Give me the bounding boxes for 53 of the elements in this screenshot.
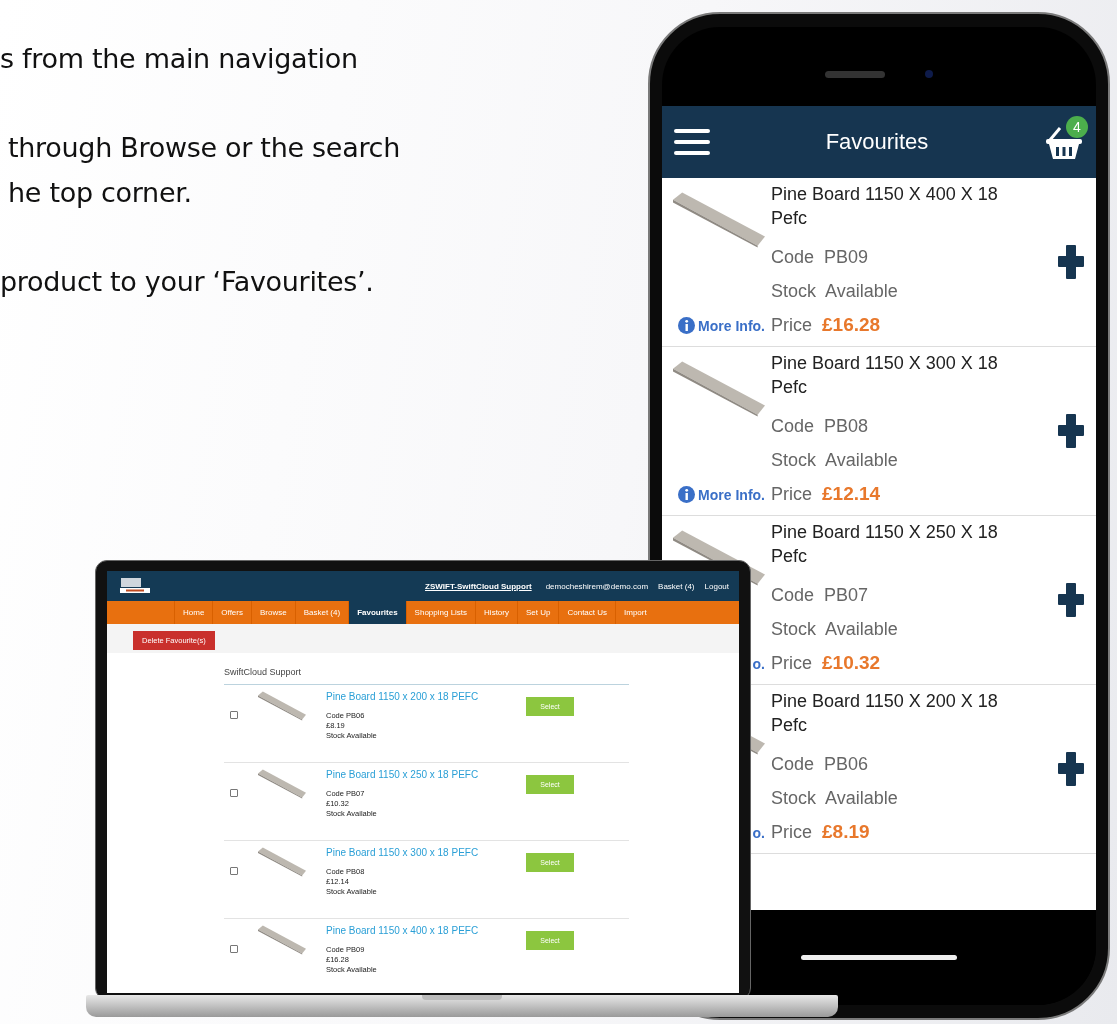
checkbox[interactable]: [230, 945, 238, 953]
menu-icon[interactable]: [674, 129, 710, 155]
product-code: Code PB09: [771, 246, 870, 269]
board-photo: [258, 769, 306, 799]
product-title: Pine Board 1150 X 300 X 18 Pefc: [771, 352, 999, 399]
camera-icon: [925, 70, 933, 78]
nav-tab[interactable]: Favourites: [348, 601, 406, 624]
speaker-icon: [825, 71, 885, 78]
instruction-text: through Browse or the search he top corner.: [7, 131, 400, 210]
product-code: Code PB07: [771, 584, 870, 607]
checkbox[interactable]: [230, 867, 238, 875]
add-icon[interactable]: [1058, 751, 1084, 787]
basket-count-badge: 4: [1066, 116, 1088, 138]
board-photo: [258, 691, 306, 721]
product-link[interactable]: Pine Board 1150 x 250 x 18 PEFC: [326, 769, 526, 781]
product-title: Pine Board 1150 X 400 X 18 Pefc: [771, 183, 999, 230]
stock-status: Stock Available: [771, 280, 899, 303]
product-title: Pine Board 1150 X 250 X 18 Pefc: [771, 521, 999, 568]
product-code: Code PB08: [771, 415, 870, 438]
section-title: SwiftCloud Support: [224, 667, 629, 685]
more-info-link[interactable]: More Info.: [678, 486, 765, 503]
add-icon[interactable]: [1058, 244, 1084, 280]
screen-title: Favourites: [825, 129, 929, 155]
product-title: Pine Board 1150 X 200 X 18 Pefc: [771, 690, 999, 737]
instruction-text: s from the main navigation: [0, 42, 359, 76]
stock-status: Stock Available: [771, 787, 899, 810]
product-link[interactable]: Pine Board 1150 x 400 x 18 PEFC: [326, 925, 526, 937]
info-icon: [678, 486, 696, 503]
checkbox[interactable]: [230, 711, 238, 719]
product-price: Price £10.32: [771, 651, 882, 675]
header-link[interactable]: democheshirem@demo.com: [545, 581, 649, 591]
account-link[interactable]: ZSWIFT-SwiftCloud Support: [425, 581, 532, 591]
info-icon: [678, 317, 696, 334]
product-price: Price £8.19: [771, 820, 871, 844]
product-code: Code PB06: [771, 753, 870, 776]
add-icon[interactable]: [1058, 582, 1084, 618]
header-link[interactable]: Logout: [704, 581, 729, 591]
product-price: Price £12.14: [771, 482, 882, 506]
board-photo: [258, 925, 306, 955]
product-link[interactable]: Pine Board 1150 x 300 x 18 PEFC: [326, 847, 526, 859]
product-link[interactable]: Pine Board 1150 x 200 x 18 PEFC: [326, 691, 526, 703]
stock-status: Stock Available: [771, 618, 899, 641]
board-photo: [258, 847, 306, 877]
add-icon[interactable]: [1058, 413, 1084, 449]
more-info-link[interactable]: o.: [752, 656, 765, 672]
header-link[interactable]: Basket (4): [658, 581, 695, 591]
logo-icon: [120, 578, 150, 594]
instruction-text: product to your ‘Favourites’.: [0, 265, 375, 299]
product-price: Price £16.28: [771, 313, 882, 337]
stock-status: Stock Available: [771, 449, 899, 472]
checkbox[interactable]: [230, 789, 238, 797]
more-info-link[interactable]: o.: [752, 825, 765, 841]
more-info-link[interactable]: More Info.: [678, 317, 765, 334]
